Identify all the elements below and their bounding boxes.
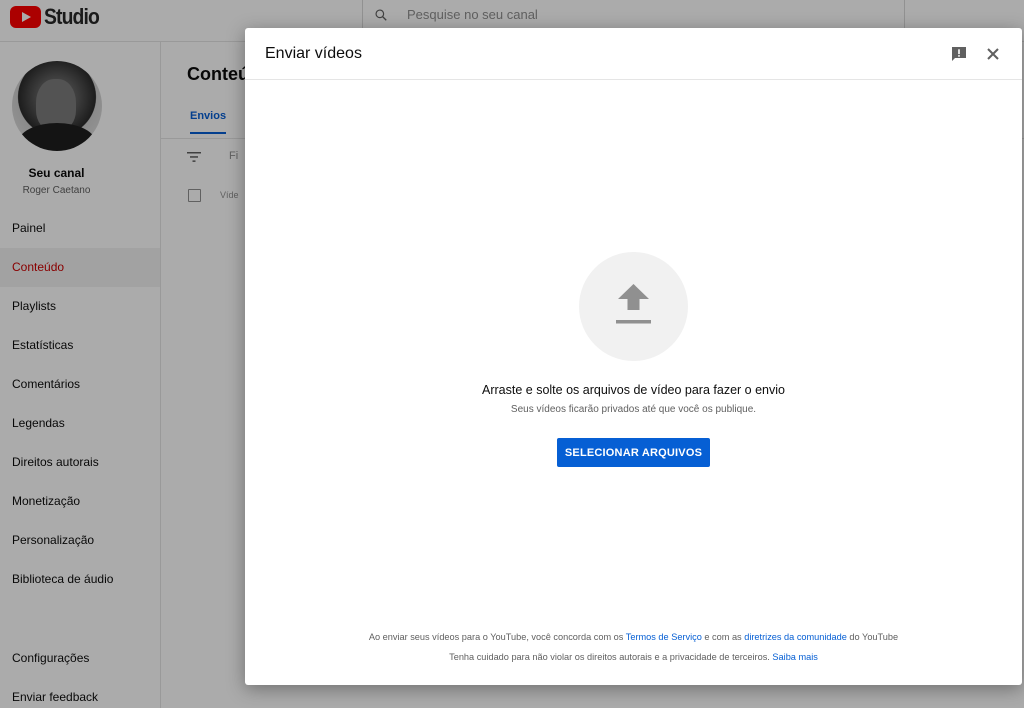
select-files-button[interactable]: SELECIONAR ARQUIVOS xyxy=(557,438,710,467)
community-guidelines-link[interactable]: diretrizes da comunidade xyxy=(744,632,847,642)
terms-of-service-link[interactable]: Termos de Serviço xyxy=(626,632,702,642)
legal-line-1: Ao enviar seus vídeos para o YouTube, vo… xyxy=(245,627,1022,647)
legal-text: do YouTube xyxy=(846,632,899,642)
dialog-header: Enviar vídeos xyxy=(245,28,1022,80)
upload-arrow-icon xyxy=(616,284,651,324)
dialog-title: Enviar vídeos xyxy=(265,45,362,62)
legal-text: e com as xyxy=(701,632,745,642)
learn-more-link[interactable]: Saiba mais xyxy=(772,652,817,662)
legal-text: Tenha cuidado para não violar os direito… xyxy=(449,652,773,662)
dropzone-instruction: Arraste e solte os arquivos de vídeo par… xyxy=(482,383,785,397)
legal-notice: Ao enviar seus vídeos para o YouTube, vo… xyxy=(245,627,1022,667)
feedback-icon[interactable] xyxy=(950,45,968,63)
legal-line-2: Tenha cuidado para não violar os direito… xyxy=(245,647,1022,667)
legal-text: Ao enviar seus vídeos para o YouTube, vo… xyxy=(368,632,626,642)
dropzone-subtext: Seus vídeos ficarão privados até que voc… xyxy=(510,404,757,415)
close-icon[interactable] xyxy=(984,45,1002,63)
upload-dropzone-icon[interactable] xyxy=(579,252,688,361)
upload-dialog: Enviar vídeos Arraste e solte os arquivo… xyxy=(245,28,1022,685)
